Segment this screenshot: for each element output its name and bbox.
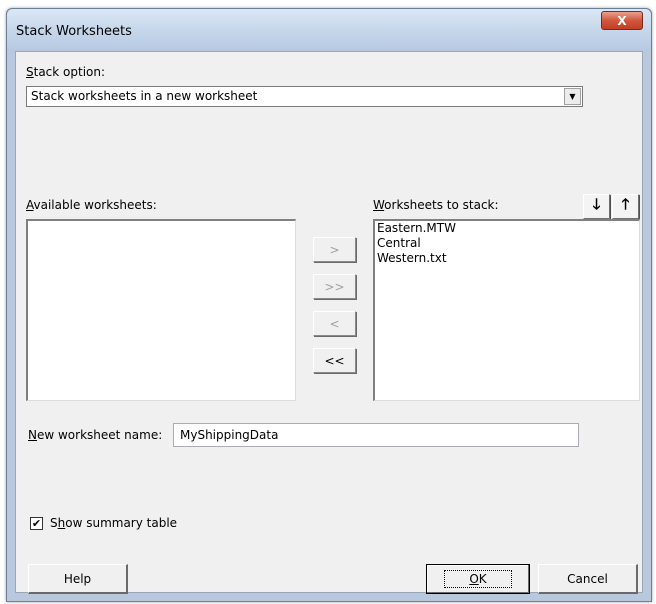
close-button[interactable]: X: [601, 11, 643, 30]
dropdown-arrow-icon[interactable]: ▼: [564, 88, 581, 105]
list-item[interactable]: Eastern.MTW: [375, 221, 639, 236]
new-worksheet-name-input[interactable]: MyShippingData: [173, 423, 579, 447]
available-worksheets-label: Available worksheets:: [26, 198, 157, 212]
arrow-up-icon: 🡑: [621, 195, 630, 213]
ok-label: OK: [444, 570, 512, 588]
checkmark-icon: ✔: [31, 517, 42, 530]
list-item[interactable]: Central: [375, 236, 639, 251]
window-title: Stack Worksheets: [16, 24, 132, 39]
stack-option-value: Stack worksheets in a new worksheet: [31, 89, 258, 103]
show-summary-checkbox[interactable]: ✔: [30, 517, 43, 530]
cancel-button[interactable]: Cancel: [538, 564, 638, 594]
dialog-body: Stack option: Stack worksheets in a new …: [15, 51, 643, 594]
worksheets-to-stack-list[interactable]: Eastern.MTW Central Western.txt: [373, 219, 640, 401]
ok-button[interactable]: OK: [426, 564, 530, 594]
move-up-button[interactable]: 🡑: [612, 194, 639, 219]
title-bar[interactable]: Stack Worksheets X: [7, 9, 651, 49]
move-down-button[interactable]: 🡓: [583, 194, 610, 219]
remove-button[interactable]: <: [313, 311, 356, 336]
new-worksheet-name-label: New worksheet name:: [28, 428, 163, 442]
close-icon: X: [617, 13, 627, 28]
stack-option-label: Stack option:: [26, 65, 106, 79]
remove-all-button[interactable]: <<: [313, 348, 356, 373]
help-button[interactable]: Help: [28, 564, 128, 594]
worksheets-to-stack-label: Worksheets to stack:: [373, 198, 499, 212]
arrow-down-icon: 🡓: [592, 195, 601, 213]
stack-option-dropdown[interactable]: Stack worksheets in a new worksheet ▼: [26, 86, 583, 107]
add-button[interactable]: >: [313, 237, 356, 262]
show-summary-label[interactable]: Show summary table: [50, 516, 177, 530]
list-item[interactable]: Western.txt: [375, 251, 639, 266]
available-worksheets-list[interactable]: [26, 219, 296, 401]
stack-worksheets-dialog: Stack Worksheets X Stack option: Stack w…: [6, 8, 652, 602]
add-all-button[interactable]: >>: [313, 274, 356, 299]
